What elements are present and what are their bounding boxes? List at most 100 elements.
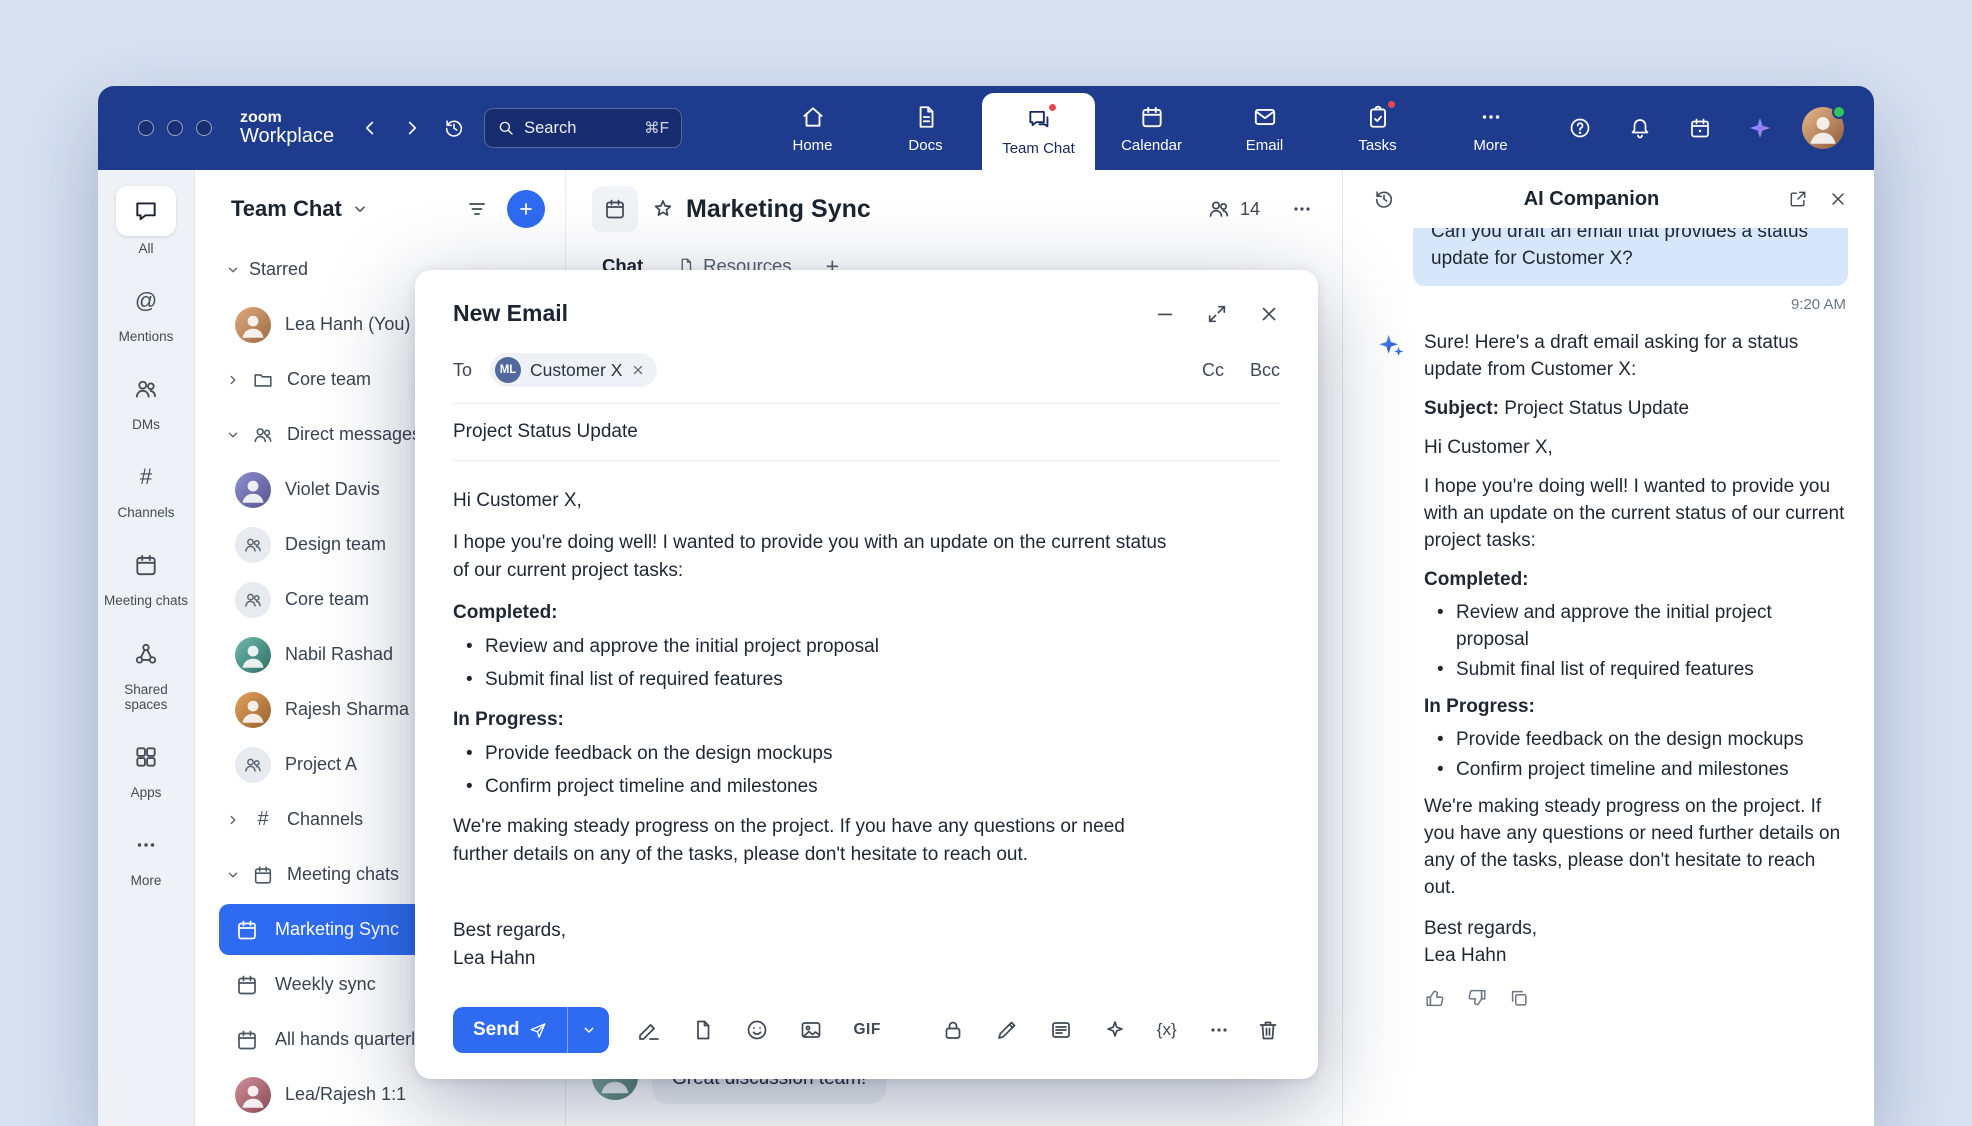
nav-tasks[interactable]: Tasks [1321,86,1434,170]
search-field[interactable] [524,119,612,138]
subject-field[interactable]: Project Status Update [453,404,1280,461]
nav-team-chat[interactable]: Team Chat [982,93,1095,170]
open-in-new-window-icon[interactable] [1788,189,1808,209]
recipient-name: Customer X [530,360,622,381]
rail-item-shared-spaces[interactable]: Shared spaces [98,631,194,712]
search-input[interactable]: ⌘F [484,108,682,148]
conversation-history-icon[interactable] [1373,188,1395,210]
rail-label: Apps [131,785,162,800]
ai-companion-sparkle-icon[interactable] [1742,110,1778,146]
more-options-icon[interactable] [1207,1018,1231,1042]
ai-conversation[interactable]: Can you draft an email that provides a s… [1343,228,1874,1126]
expand-icon[interactable] [1206,303,1228,325]
window-minimize-button[interactable] [167,120,183,136]
member-count[interactable]: 14 [1207,197,1260,221]
people-icon [249,424,277,446]
filter-icon[interactable] [465,197,489,221]
rail-item-dms[interactable]: DMs [98,366,194,432]
star-icon[interactable] [651,197,675,221]
hash-icon: # [249,808,277,831]
signature-pen-icon[interactable] [637,1018,661,1042]
recipient-chip[interactable]: ML Customer X [490,353,657,387]
send-button[interactable]: Send [453,1007,567,1053]
history-icon[interactable] [436,110,472,146]
user-prompt-bubble: Can you draft an email that provides a s… [1413,228,1848,286]
copy-icon[interactable] [1508,987,1530,1009]
ai-sparkle-icon[interactable] [1103,1018,1127,1042]
close-icon[interactable] [1258,303,1280,325]
rail-item-apps[interactable]: Apps [98,734,194,800]
edit-pencil-icon[interactable] [995,1018,1019,1042]
ai-feedback-actions [1424,987,1848,1009]
thumbs-down-icon[interactable] [1466,987,1488,1009]
chat-item-label: Lea Hanh (You) [285,314,410,335]
avatar [235,1077,271,1113]
nav-email[interactable]: Email [1208,86,1321,170]
window-close-button[interactable] [138,120,154,136]
nav-calendar[interactable]: Calendar [1095,86,1208,170]
email-signoff: Best regards, [453,917,1183,945]
chat-item-label: All hands quarterly [275,1029,424,1050]
close-icon[interactable] [1828,189,1848,209]
more-icon [1478,103,1504,131]
nav-docs[interactable]: Docs [869,86,982,170]
channel-more-icon[interactable] [1290,197,1314,221]
recipient-row[interactable]: To ML Customer X Cc Bcc [453,347,1280,404]
chevron-down-icon[interactable] [221,428,245,442]
forward-button[interactable] [394,110,430,146]
notifications-bell-icon[interactable] [1622,110,1658,146]
chevron-down-icon[interactable] [351,200,369,218]
rail-item-mentions[interactable]: @ Mentions [98,278,194,344]
discard-trash-icon[interactable] [1256,1018,1280,1042]
ai-body-intro: I hope you're doing well! I wanted to pr… [1424,473,1848,554]
unread-badge [1386,99,1397,110]
ai-response: Sure! Here's a draft email asking for a … [1377,329,1848,1009]
remove-recipient-icon[interactable] [631,363,645,377]
chevron-down-icon[interactable] [221,868,245,882]
template-layout-icon[interactable] [1049,1018,1073,1042]
chevron-down-icon[interactable] [221,263,245,277]
email-completed-list: Review and approve the initial project p… [453,633,1183,694]
email-body-text: Hi Customer X, I hope you're doing well!… [453,487,1183,973]
gif-button[interactable]: GIF [853,1021,880,1039]
chevron-right-icon[interactable] [221,373,245,387]
cc-button[interactable]: Cc [1202,360,1224,381]
bcc-button[interactable]: Bcc [1250,360,1280,381]
list-item: Confirm project timeline and milestones [465,773,1183,801]
zoom-workplace-logo: zoom Workplace [240,109,334,148]
window-fullscreen-button[interactable] [196,120,212,136]
variables-button[interactable]: {x} [1157,1020,1177,1040]
list-item: Review and approve the initial project p… [465,633,1183,661]
unread-badge [1047,102,1058,113]
docs-icon [913,103,939,131]
search-icon [497,119,515,137]
chevron-right-icon[interactable] [221,813,245,827]
list-item: Confirm project timeline and milestones [1436,756,1848,783]
rail-item-channels[interactable]: # Channels [98,454,194,520]
rail-item-all[interactable]: All [98,186,194,256]
user-avatar[interactable] [1802,107,1844,149]
thumbs-up-icon[interactable] [1424,987,1446,1009]
rail-item-meeting-chats[interactable]: Meeting chats [98,542,194,608]
back-button[interactable] [352,110,388,146]
help-icon[interactable] [1562,110,1598,146]
group-avatar [235,582,271,618]
new-email-modal: New Email To ML Customer X [415,270,1318,1079]
add-chat-button[interactable] [507,190,545,228]
insert-image-icon[interactable] [799,1018,823,1042]
search-shortcut: ⌘F [644,119,669,138]
attach-file-icon[interactable] [691,1018,715,1042]
email-body-editor[interactable]: Hi Customer X, I hope you're doing well!… [453,461,1280,993]
nav-home[interactable]: Home [756,86,869,170]
nav-label: Tasks [1358,137,1396,154]
calendar-icon [235,918,261,942]
minimize-icon[interactable] [1154,303,1176,325]
encrypt-lock-icon[interactable] [941,1018,965,1042]
nav-more[interactable]: More [1434,86,1547,170]
rail-item-more[interactable]: More [98,822,194,888]
calendar-today-icon[interactable] [1682,110,1718,146]
rail-label: DMs [132,417,160,432]
send-options-chevron[interactable] [567,1007,609,1053]
emoji-icon[interactable] [745,1018,769,1042]
list-item: Review and approve the initial project p… [1436,599,1848,653]
